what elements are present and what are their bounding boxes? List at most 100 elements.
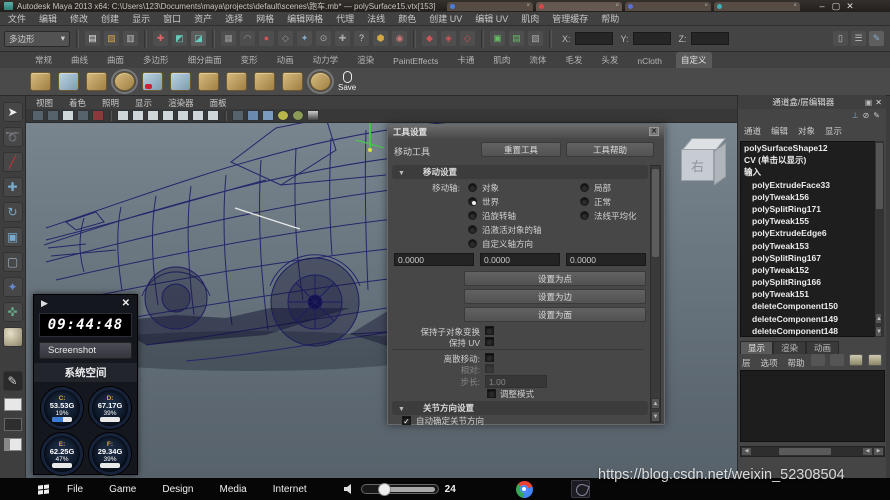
menu-create-uv[interactable]: 创建 UV <box>429 12 462 25</box>
speed-icon[interactable]: ⊘ <box>863 111 870 120</box>
lasso-tool-icon[interactable]: ➰ <box>3 127 23 147</box>
channel-list-scrollbar[interactable]: ▲ ▼ <box>875 141 884 337</box>
select-object-icon[interactable]: ◩ <box>172 31 187 46</box>
radio-object[interactable] <box>468 183 477 192</box>
oversampling-icon[interactable] <box>92 110 104 121</box>
tab-close-icon[interactable]: × <box>615 3 619 9</box>
tab-close-icon[interactable]: × <box>704 3 708 9</box>
xray-icon[interactable] <box>247 110 259 121</box>
shelf-tab-painteffects[interactable]: PaintEffects <box>388 54 443 68</box>
menu-display[interactable]: 显示 <box>132 12 150 25</box>
scroll-left-end-icon[interactable]: ◀ <box>863 448 872 455</box>
shelf-icon[interactable] <box>86 72 107 91</box>
menu-modify[interactable]: 修改 <box>70 12 88 25</box>
lights-icon[interactable] <box>162 110 174 121</box>
new-layer-from-selected-icon[interactable] <box>868 354 882 366</box>
auto-joint-orient-label[interactable]: 自动确定关节方向 <box>416 415 484 427</box>
x-input[interactable] <box>575 32 613 45</box>
render-settings-icon[interactable]: ◇ <box>460 31 475 46</box>
toon-icon[interactable]: ▧ <box>528 31 543 46</box>
move-layer-up-icon[interactable] <box>811 354 825 366</box>
channel-item[interactable]: polyTweak152 <box>741 264 876 276</box>
panel-close-icon[interactable]: ✕ <box>875 98 882 107</box>
object-menu[interactable]: 对象 <box>798 125 815 137</box>
select-tool-icon[interactable]: ➤ <box>3 102 23 122</box>
wireframe-icon[interactable] <box>117 110 129 121</box>
channel-item[interactable]: CV (单击以显示) <box>741 154 876 166</box>
panel-menu-panels[interactable]: 面板 <box>210 97 227 109</box>
show-menu[interactable]: 显示 <box>825 125 842 137</box>
screenshot-button[interactable]: Screenshot <box>39 342 132 359</box>
scroll-down-icon[interactable]: ▼ <box>875 326 882 337</box>
channel-item[interactable]: polySurfaceShape12 <box>741 142 876 154</box>
chrome-icon[interactable] <box>516 481 533 498</box>
set-to-face-button[interactable]: 设置为面 <box>464 307 646 322</box>
shelf-tab-dynamics[interactable]: 动力学 <box>308 52 344 68</box>
dialog-scrollbar[interactable]: ▲ ▼ <box>650 165 661 423</box>
menu-edit-mesh[interactable]: 编辑网格 <box>287 12 323 25</box>
paint-effects-icon[interactable]: ▣ <box>490 31 505 46</box>
channel-item[interactable]: polySplitRing167 <box>741 252 876 264</box>
snap-to-curve-icon[interactable]: ◠ <box>240 31 255 46</box>
shelf-icon[interactable] <box>170 72 191 91</box>
radio-custom-axis[interactable] <box>468 239 477 248</box>
taskbar-item-file[interactable]: File <box>67 484 83 495</box>
dialog-title-bar[interactable]: 工具设置 ✕ <box>388 125 664 138</box>
channel-item[interactable]: polyTweak156 <box>741 191 876 203</box>
shelf-tab-fluids[interactable]: 流体 <box>524 52 551 68</box>
adjust-mode-checkbox[interactable] <box>487 389 496 398</box>
snap-to-grid-icon[interactable]: ▦ <box>221 31 236 46</box>
channel-box-title-bar[interactable]: 通道盒/层编辑器 ▣ ✕ <box>738 95 886 109</box>
step-field[interactable]: 1.00 <box>485 375 547 388</box>
soft-mod-tool-icon[interactable]: ✦ <box>3 277 23 297</box>
select-hierarchy-icon[interactable]: ✚ <box>153 31 168 46</box>
play-icon[interactable]: ▶ <box>41 298 48 309</box>
menu-muscle[interactable]: 肌肉 <box>521 12 539 25</box>
reset-tool-button[interactable]: 重置工具 <box>481 142 561 157</box>
layers-menu[interactable]: 层 <box>742 357 751 369</box>
keep-uv-checkbox[interactable] <box>485 337 494 346</box>
radio-along-live-axis-label[interactable]: 沿激活对象的轴 <box>482 224 542 236</box>
shelf-icon[interactable] <box>254 72 275 91</box>
channel-box-toggle-icon[interactable]: ☰ <box>851 31 866 46</box>
shelf-tab-curves[interactable]: 曲线 <box>66 52 93 68</box>
shelf-icon[interactable] <box>142 72 163 91</box>
layer-tab-render[interactable]: 渲染 <box>773 341 806 354</box>
image-plane-icon[interactable] <box>62 110 74 121</box>
shelf-tab-ncloth[interactable]: nCloth <box>632 54 667 68</box>
joint-orient-section[interactable]: ▼关节方向设置 <box>392 401 648 415</box>
menu-proxy[interactable]: 代理 <box>336 12 354 25</box>
scroll-up-icon[interactable]: ▲ <box>875 313 882 324</box>
auto-joint-orient-checkbox[interactable]: ✓ <box>402 416 411 425</box>
shelf-tab-surfaces[interactable]: 曲面 <box>102 52 129 68</box>
radio-world-label[interactable]: 世界 <box>482 196 499 208</box>
layers-list[interactable] <box>740 370 885 442</box>
shelf-tab-custom[interactable]: 自定义 <box>676 52 712 68</box>
scrollbar-thumb[interactable] <box>779 448 831 455</box>
radio-normal-label[interactable]: 正常 <box>594 196 611 208</box>
radio-along-live-axis[interactable] <box>468 225 477 234</box>
panel-menu-renderer[interactable]: 渲染器 <box>168 97 194 109</box>
shelf-icon[interactable] <box>282 72 303 91</box>
minimize-button[interactable]: – <box>815 1 829 11</box>
move-layer-down-icon[interactable] <box>830 354 844 366</box>
close-button[interactable]: ✕ <box>843 1 857 12</box>
channel-item[interactable]: polyTweak151 <box>741 288 876 300</box>
layout-single-pane-icon[interactable] <box>4 418 22 431</box>
relative-checkbox[interactable] <box>485 364 494 373</box>
menu-normals[interactable]: 法线 <box>367 12 385 25</box>
open-scene-icon[interactable]: ▨ <box>104 31 119 46</box>
channel-item[interactable]: deleteComponent148 <box>741 325 876 337</box>
ipr-render-icon[interactable]: ◈ <box>441 31 456 46</box>
shelf-tab-hair[interactable]: 头发 <box>596 52 623 68</box>
volume-thumb[interactable] <box>378 483 391 496</box>
shelf-icon[interactable] <box>226 72 247 91</box>
screen-ao-icon[interactable] <box>192 110 204 121</box>
layout-four-pane-icon[interactable] <box>4 398 22 411</box>
move-tool-icon[interactable]: ✚ <box>3 177 23 197</box>
construction-history-icon[interactable]: ? <box>354 31 369 46</box>
menu-select[interactable]: 选择 <box>225 12 243 25</box>
help-menu[interactable]: 帮助 <box>788 357 805 369</box>
output-connections-icon[interactable]: ✚ <box>335 31 350 46</box>
current-tool-icon[interactable]: ✎ <box>3 371 23 391</box>
